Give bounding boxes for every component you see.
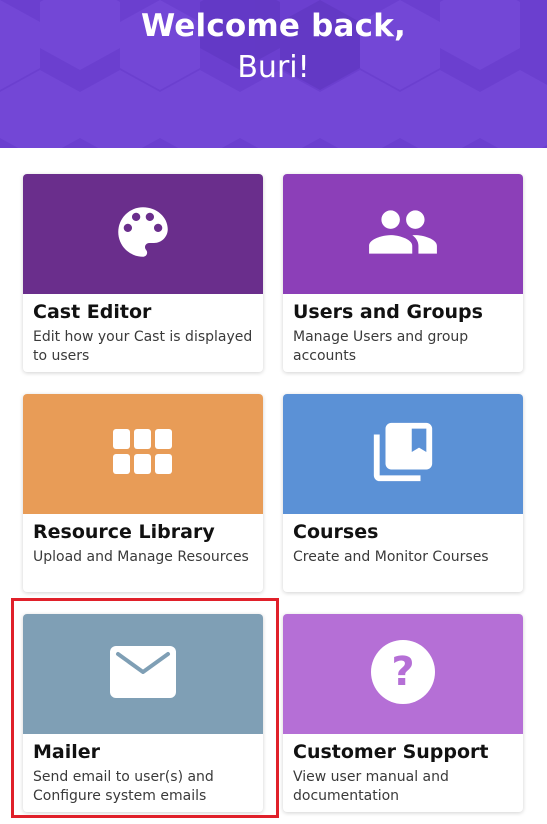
mailer-title: Mailer <box>33 741 101 763</box>
resource-library-title: Resource Library <box>33 521 215 543</box>
palette-icon <box>110 199 176 269</box>
resource-library-description: Upload and Manage Resources <box>33 549 249 565</box>
users-groups-card[interactable]: Users and Groups Manage Users and group … <box>283 174 523 372</box>
users-groups-banner <box>283 174 523 294</box>
customer-support-card[interactable]: ? Customer Support View user manual and … <box>283 614 523 812</box>
mailer-card[interactable]: Mailer Send email to user(s) and Configu… <box>23 614 263 812</box>
customer-support-title: Customer Support <box>293 741 489 763</box>
library-books-icon <box>368 417 438 491</box>
courses-banner <box>283 394 523 514</box>
resource-library-card[interactable]: Resource Library Upload and Manage Resou… <box>23 394 263 592</box>
envelope-icon <box>110 646 176 702</box>
mailer-banner <box>23 614 263 734</box>
cast-editor-description: Edit how your Cast is displayed to users <box>33 329 253 364</box>
user-name: Buri! <box>237 50 310 85</box>
welcome-title: Welcome back, <box>140 8 406 44</box>
users-groups-description: Manage Users and group accounts <box>293 329 469 364</box>
cast-editor-card[interactable]: Cast Editor Edit how your Cast is displa… <box>23 174 263 372</box>
courses-title: Courses <box>293 521 379 543</box>
users-groups-title: Users and Groups <box>293 301 483 323</box>
people-icon <box>366 195 440 273</box>
cast-editor-title: Cast Editor <box>33 301 152 323</box>
resource-library-banner <box>23 394 263 514</box>
svg-text:?: ? <box>391 649 414 695</box>
courses-description: Create and Monitor Courses <box>293 549 489 565</box>
help-circle-icon: ? <box>370 639 436 709</box>
mailer-description: Send email to user(s) and Configure syst… <box>33 769 214 804</box>
customer-support-description: View user manual and documentation <box>293 769 449 804</box>
courses-card[interactable]: Courses Create and Monitor Courses <box>283 394 523 592</box>
grid-apps-icon <box>113 429 173 479</box>
welcome-header: Welcome back, Buri! <box>0 0 547 148</box>
cast-editor-banner <box>23 174 263 294</box>
customer-support-banner: ? <box>283 614 523 734</box>
